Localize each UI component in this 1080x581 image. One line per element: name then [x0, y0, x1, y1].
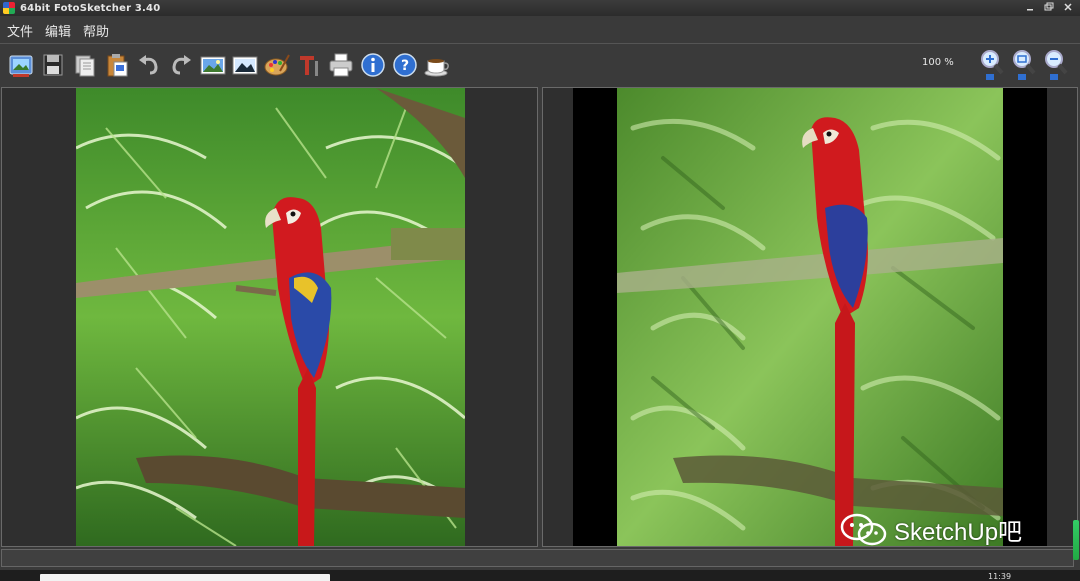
taskbar-search-box[interactable] — [40, 574, 330, 581]
toolbar: ? — [0, 43, 1080, 85]
window-controls — [1024, 1, 1074, 13]
copy-icon[interactable] — [71, 51, 99, 79]
zoom-controls — [978, 48, 1070, 82]
drawing-parameters-icon[interactable] — [263, 51, 291, 79]
svg-text:?: ? — [401, 58, 409, 74]
parrot-photo — [76, 88, 465, 546]
wechat-icon — [840, 513, 887, 545]
side-indicator — [1073, 520, 1079, 560]
watermark-text: SketchUp吧 — [894, 519, 1023, 546]
original-image-icon[interactable] — [199, 51, 227, 79]
fotosketcher-window: 64bit FotoSketcher 3.40 文件 编辑 帮助 ? 100 %… — [0, 0, 1080, 581]
zoom-level-label: 100 % — [922, 57, 954, 68]
help-icon[interactable]: ? — [391, 51, 419, 79]
window-title: 64bit FotoSketcher 3.40 — [20, 2, 161, 14]
title-bar[interactable]: 64bit FotoSketcher 3.40 — [0, 0, 1080, 16]
redo-icon[interactable] — [167, 51, 195, 79]
zoom-out-icon[interactable] — [1042, 48, 1070, 82]
result-image-icon[interactable] — [231, 51, 259, 79]
coffee-icon[interactable] — [423, 51, 451, 79]
open-image-icon[interactable] — [7, 51, 35, 79]
zoom-fit-icon[interactable] — [1010, 48, 1038, 82]
menu-edit[interactable]: 编辑 — [45, 21, 77, 40]
print-icon[interactable] — [327, 51, 355, 79]
restore-icon[interactable] — [1043, 1, 1055, 13]
menu-file[interactable]: 文件 — [7, 21, 39, 40]
watermark: SketchUp吧 — [840, 512, 1022, 547]
text-icon[interactable] — [295, 51, 323, 79]
minimize-icon[interactable] — [1024, 1, 1036, 13]
status-bar — [1, 549, 1074, 567]
original-image-panel[interactable] — [1, 87, 538, 547]
zoom-in-icon[interactable] — [978, 48, 1006, 82]
result-image-panel[interactable] — [542, 87, 1078, 547]
info-icon[interactable] — [359, 51, 387, 79]
paste-icon[interactable] — [103, 51, 131, 79]
app-icon[interactable] — [3, 2, 15, 14]
taskbar-clock: 11:39 — [988, 572, 1012, 581]
parrot-painting — [573, 88, 1047, 546]
undo-icon[interactable] — [135, 51, 163, 79]
menu-help[interactable]: 帮助 — [83, 21, 115, 40]
save-icon[interactable] — [39, 51, 67, 79]
menu-bar: 文件 编辑 帮助 — [0, 19, 1080, 41]
close-icon[interactable] — [1062, 1, 1074, 13]
